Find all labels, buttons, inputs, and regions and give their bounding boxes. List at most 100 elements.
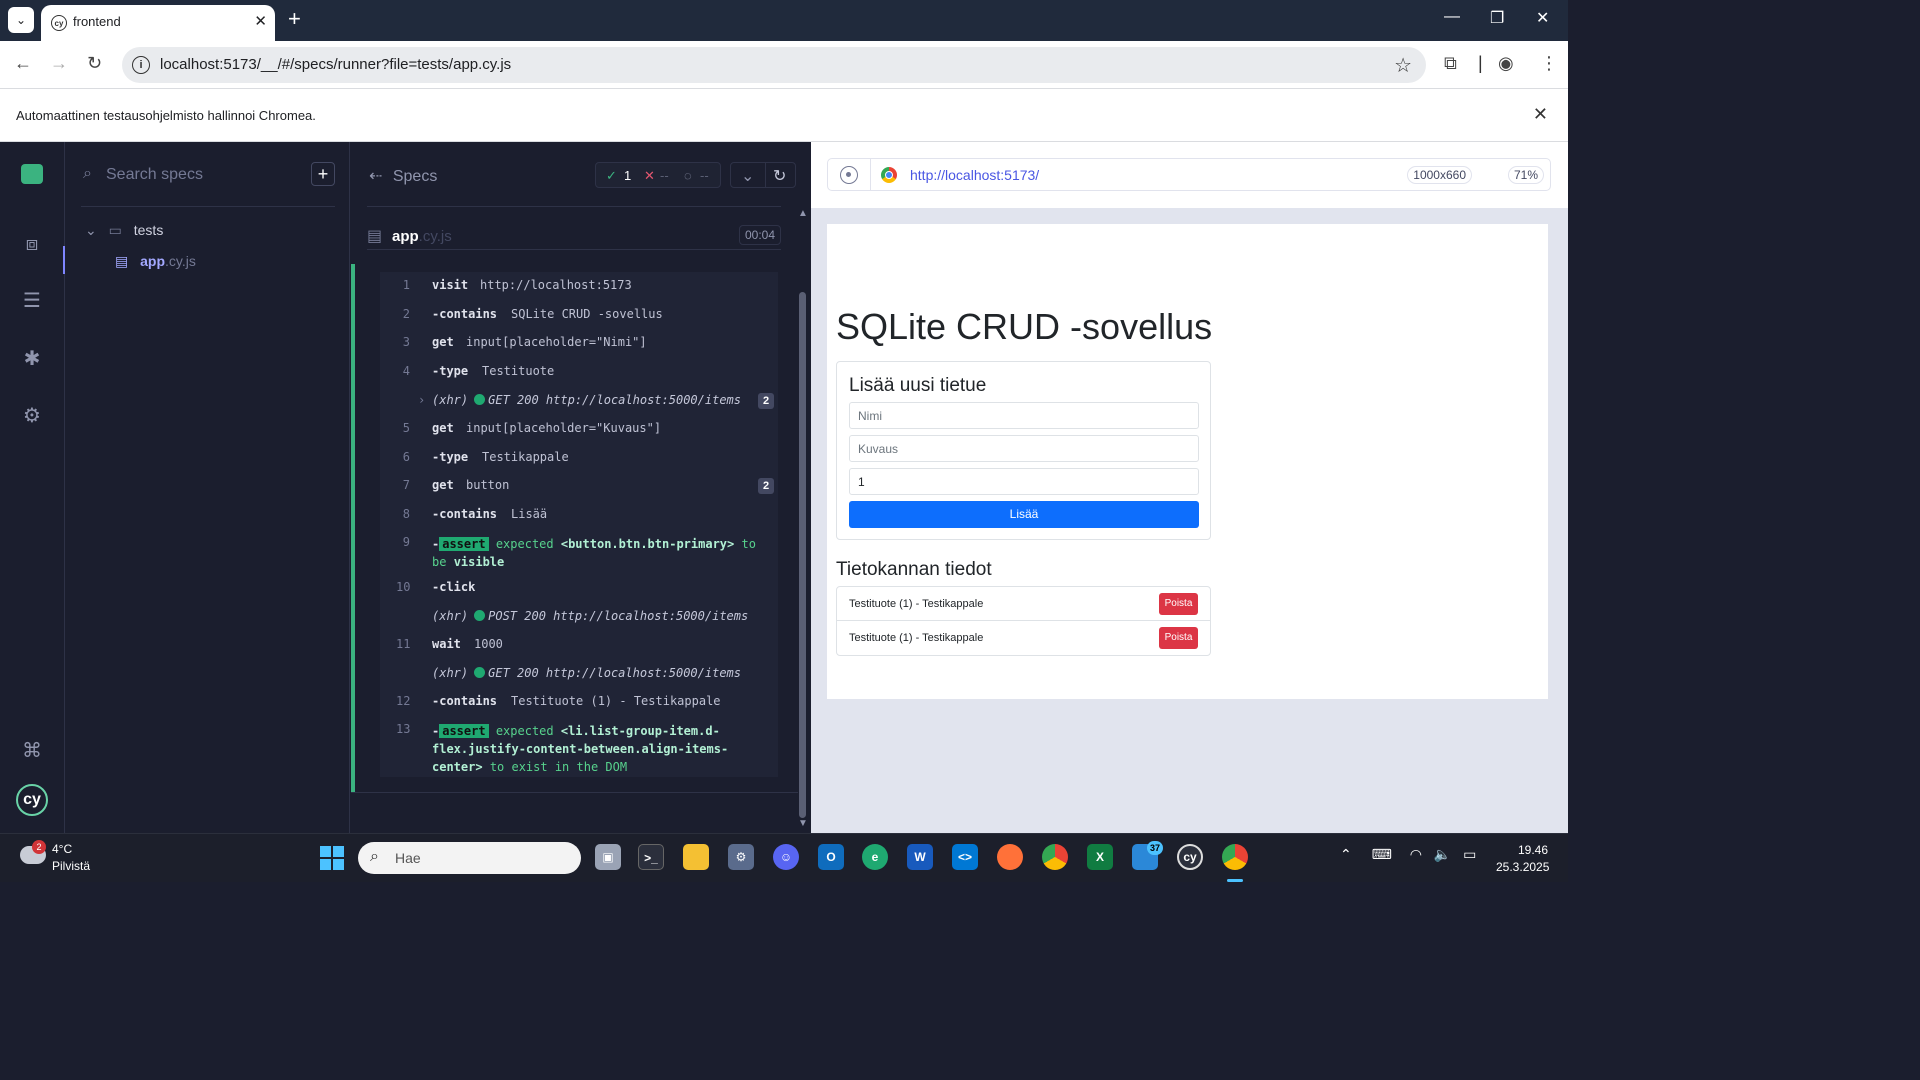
name-input[interactable]: Nimi	[849, 402, 1199, 429]
wifi-icon[interactable]: ◠	[1410, 846, 1422, 862]
extensions-icon[interactable]: ⧉	[1444, 53, 1457, 74]
excel-icon[interactable]: X	[1087, 844, 1113, 870]
weather-temperature[interactable]: 4°C	[52, 842, 72, 856]
tab-list-button[interactable]: ⌄	[8, 7, 34, 33]
forward-icon[interactable]: →	[50, 53, 68, 74]
delete-button[interactable]: Poista	[1159, 627, 1198, 649]
terminal-icon[interactable]: >_	[638, 844, 664, 870]
assert-subject: <button.btn.btn-primary>	[560, 537, 735, 551]
rerun-icon[interactable]: ↻	[773, 166, 786, 186]
taskbar-search-input[interactable]: Hae	[395, 850, 421, 866]
scroll-down-icon[interactable]: ▼	[798, 818, 808, 829]
zoom-level[interactable]: 71%	[1507, 166, 1544, 184]
taskbar-search[interactable]: ⌕ Hae	[358, 842, 581, 874]
scroll-thumb[interactable]	[799, 292, 806, 818]
new-tab-button[interactable]: +	[288, 8, 301, 30]
weather-description[interactable]: Pilvistä	[52, 859, 90, 873]
list-item: Testituote (1) - Testikappale Poista	[837, 587, 1210, 621]
reload-icon[interactable]: ↻	[87, 53, 102, 74]
keyboard-icon[interactable]: ⌨	[1372, 846, 1392, 862]
xhr-log: (xhr) GET 200 http://localhost:5000/items	[432, 666, 741, 680]
command-number: 9	[402, 535, 410, 549]
command-number: 7	[402, 478, 410, 492]
runs-icon[interactable]: ⧈	[20, 232, 44, 256]
reporter-scrollbar[interactable]: ▲ ▼	[798, 208, 808, 832]
runnable-header: ▤ app.cy.js 00:04	[367, 220, 781, 250]
xhr-label: (xhr)	[432, 393, 469, 407]
status-dot-icon	[474, 667, 486, 678]
command-name: get	[432, 335, 454, 349]
minimize-icon[interactable]: —	[1444, 8, 1460, 26]
outlook-icon[interactable]: O	[818, 844, 844, 870]
command-number: 4	[402, 364, 410, 378]
divider	[367, 206, 781, 207]
add-button[interactable]: Lisää	[849, 501, 1199, 528]
url-text[interactable]: localhost:5173/__/#/specs/runner?file=te…	[160, 56, 511, 73]
close-window-icon[interactable]: ✕	[1536, 8, 1549, 28]
vscode-icon[interactable]: <>	[952, 844, 978, 870]
folder-tests[interactable]: ⌄ ▭ tests	[85, 222, 163, 242]
command-name: -click	[432, 580, 476, 594]
delete-button[interactable]: Poista	[1159, 593, 1198, 615]
profile-icon[interactable]: ◉	[1498, 53, 1514, 74]
specs-list-icon[interactable]: ☰	[20, 289, 44, 313]
task-view-icon[interactable]: ▣	[595, 844, 621, 870]
chevron-up-icon[interactable]: ⌃	[1340, 846, 1352, 862]
word-icon[interactable]: W	[907, 844, 933, 870]
specs-toggle[interactable]: ⇠ Specs	[369, 166, 437, 186]
page-title: SQLite CRUD -sovellus	[836, 306, 1213, 347]
command-message: input[placeholder="Kuvaus"]	[466, 421, 662, 435]
settings-gear-icon[interactable]: ⚙	[20, 404, 44, 428]
count-badge: 2	[758, 393, 774, 409]
edge-icon[interactable]: e	[862, 844, 888, 870]
debug-bug-icon[interactable]: ✱	[20, 347, 44, 371]
assert-message: - assert expected <li.list-group-item.d- …	[432, 722, 772, 776]
assert-subject: <li.list-group-item.d-	[560, 724, 720, 738]
file-explorer-icon[interactable]	[683, 844, 709, 870]
automation-infobar: Automaattinen testausohjelmisto hallinno…	[0, 89, 1568, 142]
assert-subject: flex.justify-content-between.align-items…	[432, 742, 729, 756]
selector-playground-icon[interactable]	[840, 166, 858, 184]
cypress-logo-icon[interactable]: cy	[16, 784, 48, 816]
aut-url[interactable]: http://localhost:5173/	[910, 167, 1039, 183]
run-duration: 00:04	[738, 225, 781, 245]
start-windows-icon[interactable]	[320, 846, 344, 870]
command-message: Testituote	[482, 364, 555, 378]
volume-icon[interactable]: 🔈	[1434, 846, 1451, 862]
settings-icon[interactable]: ⚙	[728, 844, 754, 870]
battery-icon[interactable]: ▭	[1463, 846, 1476, 862]
passed-icon: ✓	[606, 168, 617, 183]
scroll-up-icon[interactable]: ▲	[798, 208, 808, 219]
chrome-icon	[881, 167, 897, 183]
divider	[81, 206, 335, 207]
assert-tag: assert	[439, 724, 489, 738]
search-specs[interactable]: ⌕ Search specs +	[81, 160, 335, 190]
description-input[interactable]: Kuvaus	[849, 435, 1199, 462]
project-logo-icon[interactable]	[21, 164, 43, 184]
discord-icon[interactable]: ☺	[773, 844, 799, 870]
viewport-size[interactable]: 1000x660	[1407, 166, 1472, 184]
infobar-close-icon[interactable]: ✕	[1533, 104, 1548, 125]
spec-name: app	[140, 253, 166, 269]
add-spec-button[interactable]: +	[311, 162, 335, 186]
clock-time[interactable]: 19.46	[1518, 843, 1548, 857]
chevron-down-icon[interactable]: ⌄	[741, 166, 754, 186]
spec-item-app[interactable]: ▤ app.cy.js	[115, 253, 196, 273]
keyboard-shortcuts-icon[interactable]: ⌘	[20, 739, 44, 763]
clock-date[interactable]: 25.3.2025	[1496, 860, 1549, 874]
site-info-icon[interactable]: i	[132, 56, 150, 74]
cypress-taskbar-icon[interactable]: cy	[1177, 844, 1203, 870]
restore-icon[interactable]: ❐	[1490, 8, 1504, 28]
chrome-taskbar-icon[interactable]	[1042, 844, 1068, 870]
menu-icon[interactable]: ⋮	[1540, 53, 1558, 74]
address-bar[interactable]: i localhost:5173/__/#/specs/runner?file=…	[122, 47, 1426, 83]
bookmark-star-icon[interactable]: ☆	[1394, 53, 1412, 78]
back-icon[interactable]: ←	[14, 53, 32, 74]
chrome-active-icon[interactable]	[1222, 844, 1248, 870]
browser-tab[interactable]: cy frontend ✕	[41, 5, 275, 41]
tab-close-icon[interactable]: ✕	[254, 12, 267, 30]
crosshair-dot	[846, 172, 851, 177]
firefox-icon[interactable]	[997, 844, 1023, 870]
quantity-input[interactable]: 1	[849, 468, 1199, 495]
search-specs-input[interactable]: Search specs	[106, 166, 203, 184]
